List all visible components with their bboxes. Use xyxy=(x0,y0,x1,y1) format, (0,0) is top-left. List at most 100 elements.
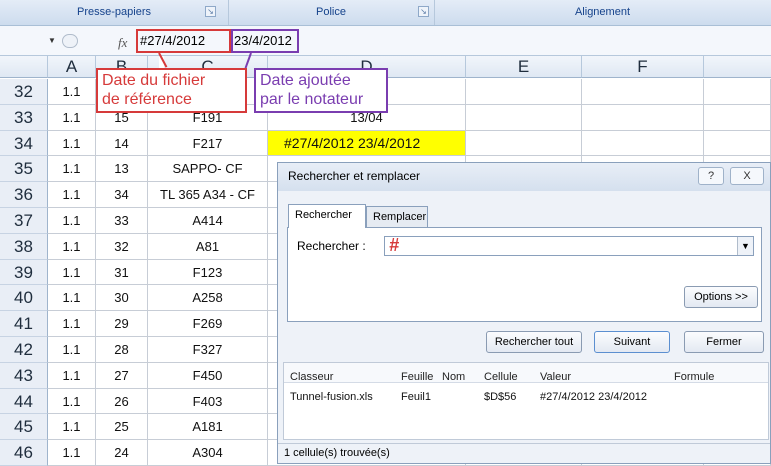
row-header[interactable]: 46 xyxy=(0,440,48,466)
cell-a[interactable]: 1.1 xyxy=(48,311,96,337)
tab-remplacer[interactable]: Remplacer xyxy=(366,206,428,228)
cell-b[interactable]: 33 xyxy=(96,208,148,234)
column-header-f[interactable]: F xyxy=(582,56,704,78)
results-header-cellule[interactable]: Cellule xyxy=(484,371,518,383)
find-input[interactable]: # ▼ xyxy=(384,235,754,256)
row-header[interactable]: 39 xyxy=(0,259,48,286)
column-header-a[interactable]: A xyxy=(48,56,96,78)
results-header-formule[interactable]: Formule xyxy=(674,371,714,383)
row-header[interactable]: 33 xyxy=(0,104,48,131)
row-header[interactable]: 34 xyxy=(0,130,48,157)
cell-c[interactable]: A258 xyxy=(148,285,268,312)
row-header[interactable]: 45 xyxy=(0,414,48,441)
cell-a[interactable]: 1.1 xyxy=(48,130,96,157)
cell-a[interactable]: 1.1 xyxy=(48,414,96,441)
cell-e[interactable] xyxy=(466,104,582,131)
cell-b[interactable]: 28 xyxy=(96,337,148,363)
cell-g[interactable] xyxy=(704,104,771,131)
cell-e[interactable] xyxy=(466,79,582,105)
row-header[interactable]: 44 xyxy=(0,388,48,415)
cell-a[interactable]: 1.1 xyxy=(48,259,96,286)
cell-b[interactable]: 14 xyxy=(96,130,148,157)
cell-c[interactable]: A414 xyxy=(148,208,268,234)
row-header[interactable]: 37 xyxy=(0,208,48,234)
result-cellule[interactable]: $D$56 xyxy=(484,391,516,403)
dialog-close-button[interactable]: Fermer xyxy=(684,331,764,353)
formula-value-part2[interactable]: 23/4/2012 xyxy=(234,33,292,48)
row-header[interactable]: 43 xyxy=(0,362,48,389)
cell-a[interactable]: 1.1 xyxy=(48,233,96,260)
cell-c[interactable]: A81 xyxy=(148,233,268,260)
cell-c[interactable]: A304 xyxy=(148,440,268,466)
cell-a[interactable]: 1.1 xyxy=(48,79,96,105)
result-feuille[interactable]: Feuil1 xyxy=(401,391,431,403)
find-dropdown-icon[interactable]: ▼ xyxy=(737,237,753,255)
column-header-next[interactable] xyxy=(704,56,771,78)
cell-a[interactable]: 1.1 xyxy=(48,388,96,415)
cell-c[interactable]: F269 xyxy=(148,311,268,337)
cell-b[interactable]: 27 xyxy=(96,362,148,389)
cell-a[interactable]: 1.1 xyxy=(48,362,96,389)
row-header[interactable]: 38 xyxy=(0,233,48,260)
row-header[interactable]: 41 xyxy=(0,311,48,337)
cell-f[interactable] xyxy=(582,104,704,131)
row-header[interactable]: 32 xyxy=(0,79,48,105)
cell-c[interactable]: TL 365 A34 - CF xyxy=(148,182,268,208)
name-box-dropdown-icon[interactable]: ▼ xyxy=(48,36,56,45)
cell-b[interactable]: 29 xyxy=(96,311,148,337)
cell-b[interactable]: 25 xyxy=(96,414,148,441)
cell-b[interactable]: 30 xyxy=(96,285,148,312)
column-header-e[interactable]: E xyxy=(466,56,582,78)
help-button[interactable]: ? xyxy=(698,167,724,185)
options-button[interactable]: Options >> xyxy=(684,286,758,308)
cell-f[interactable] xyxy=(582,130,704,157)
cell-c[interactable]: F123 xyxy=(148,259,268,286)
formula-bar-toggle-icon[interactable] xyxy=(62,34,78,48)
cell-b[interactable]: 24 xyxy=(96,440,148,466)
cell-f[interactable] xyxy=(582,79,704,105)
cell-c[interactable]: F217 xyxy=(148,130,268,157)
find-all-button[interactable]: Rechercher tout xyxy=(486,331,582,353)
function-icon[interactable]: fx xyxy=(118,35,127,51)
cell-a[interactable]: 1.1 xyxy=(48,104,96,131)
results-header-valeur[interactable]: Valeur xyxy=(540,371,571,383)
ribbon-group-clipboard[interactable]: Presse-papiers xyxy=(0,0,229,25)
next-button[interactable]: Suivant xyxy=(594,331,670,353)
row-header[interactable]: 35 xyxy=(0,156,48,183)
cell-g[interactable] xyxy=(704,130,771,157)
ribbon-group-font[interactable]: Police xyxy=(228,0,435,25)
cell-c[interactable]: F450 xyxy=(148,362,268,389)
font-launcher-icon[interactable]: ↘ xyxy=(418,6,429,17)
cell-b[interactable]: 34 xyxy=(96,182,148,208)
results-header-classeur[interactable]: Classeur xyxy=(290,371,333,383)
close-button[interactable]: X xyxy=(730,167,764,185)
highlighted-cell-d34[interactable]: #27/4/2012 23/4/2012 xyxy=(268,130,466,157)
select-all-corner[interactable] xyxy=(0,56,48,78)
cell-a[interactable]: 1.1 xyxy=(48,182,96,208)
result-valeur[interactable]: #27/4/2012 23/4/2012 xyxy=(540,391,647,403)
tab-rechercher[interactable]: Rechercher xyxy=(288,204,366,228)
clipboard-launcher-icon[interactable]: ↘ xyxy=(205,6,216,17)
row-header[interactable]: 40 xyxy=(0,285,48,312)
formula-value-part1[interactable]: #27/4/2012 xyxy=(140,33,205,48)
cell-a[interactable]: 1.1 xyxy=(48,440,96,466)
results-header-nom[interactable]: Nom xyxy=(442,371,465,383)
results-header-feuille[interactable]: Feuille xyxy=(401,371,433,383)
row-header[interactable]: 36 xyxy=(0,182,48,208)
cell-a[interactable]: 1.1 xyxy=(48,285,96,312)
cell-c[interactable]: SAPPO- CF xyxy=(148,156,268,183)
cell-c[interactable]: A181 xyxy=(148,414,268,441)
cell-c[interactable]: F403 xyxy=(148,388,268,415)
cell-b[interactable]: 32 xyxy=(96,233,148,260)
row-header[interactable]: 42 xyxy=(0,337,48,363)
name-box[interactable] xyxy=(0,28,48,54)
dialog-title-bar[interactable]: Rechercher et remplacer ? X xyxy=(278,163,770,191)
result-classeur[interactable]: Tunnel-fusion.xls xyxy=(290,391,373,403)
cell-b[interactable]: 13 xyxy=(96,156,148,183)
cell-b[interactable]: 26 xyxy=(96,388,148,415)
cell-a[interactable]: 1.1 xyxy=(48,208,96,234)
cell-a[interactable]: 1.1 xyxy=(48,337,96,363)
cell-g[interactable] xyxy=(704,79,771,105)
cell-a[interactable]: 1.1 xyxy=(48,156,96,183)
cell-c[interactable]: F327 xyxy=(148,337,268,363)
